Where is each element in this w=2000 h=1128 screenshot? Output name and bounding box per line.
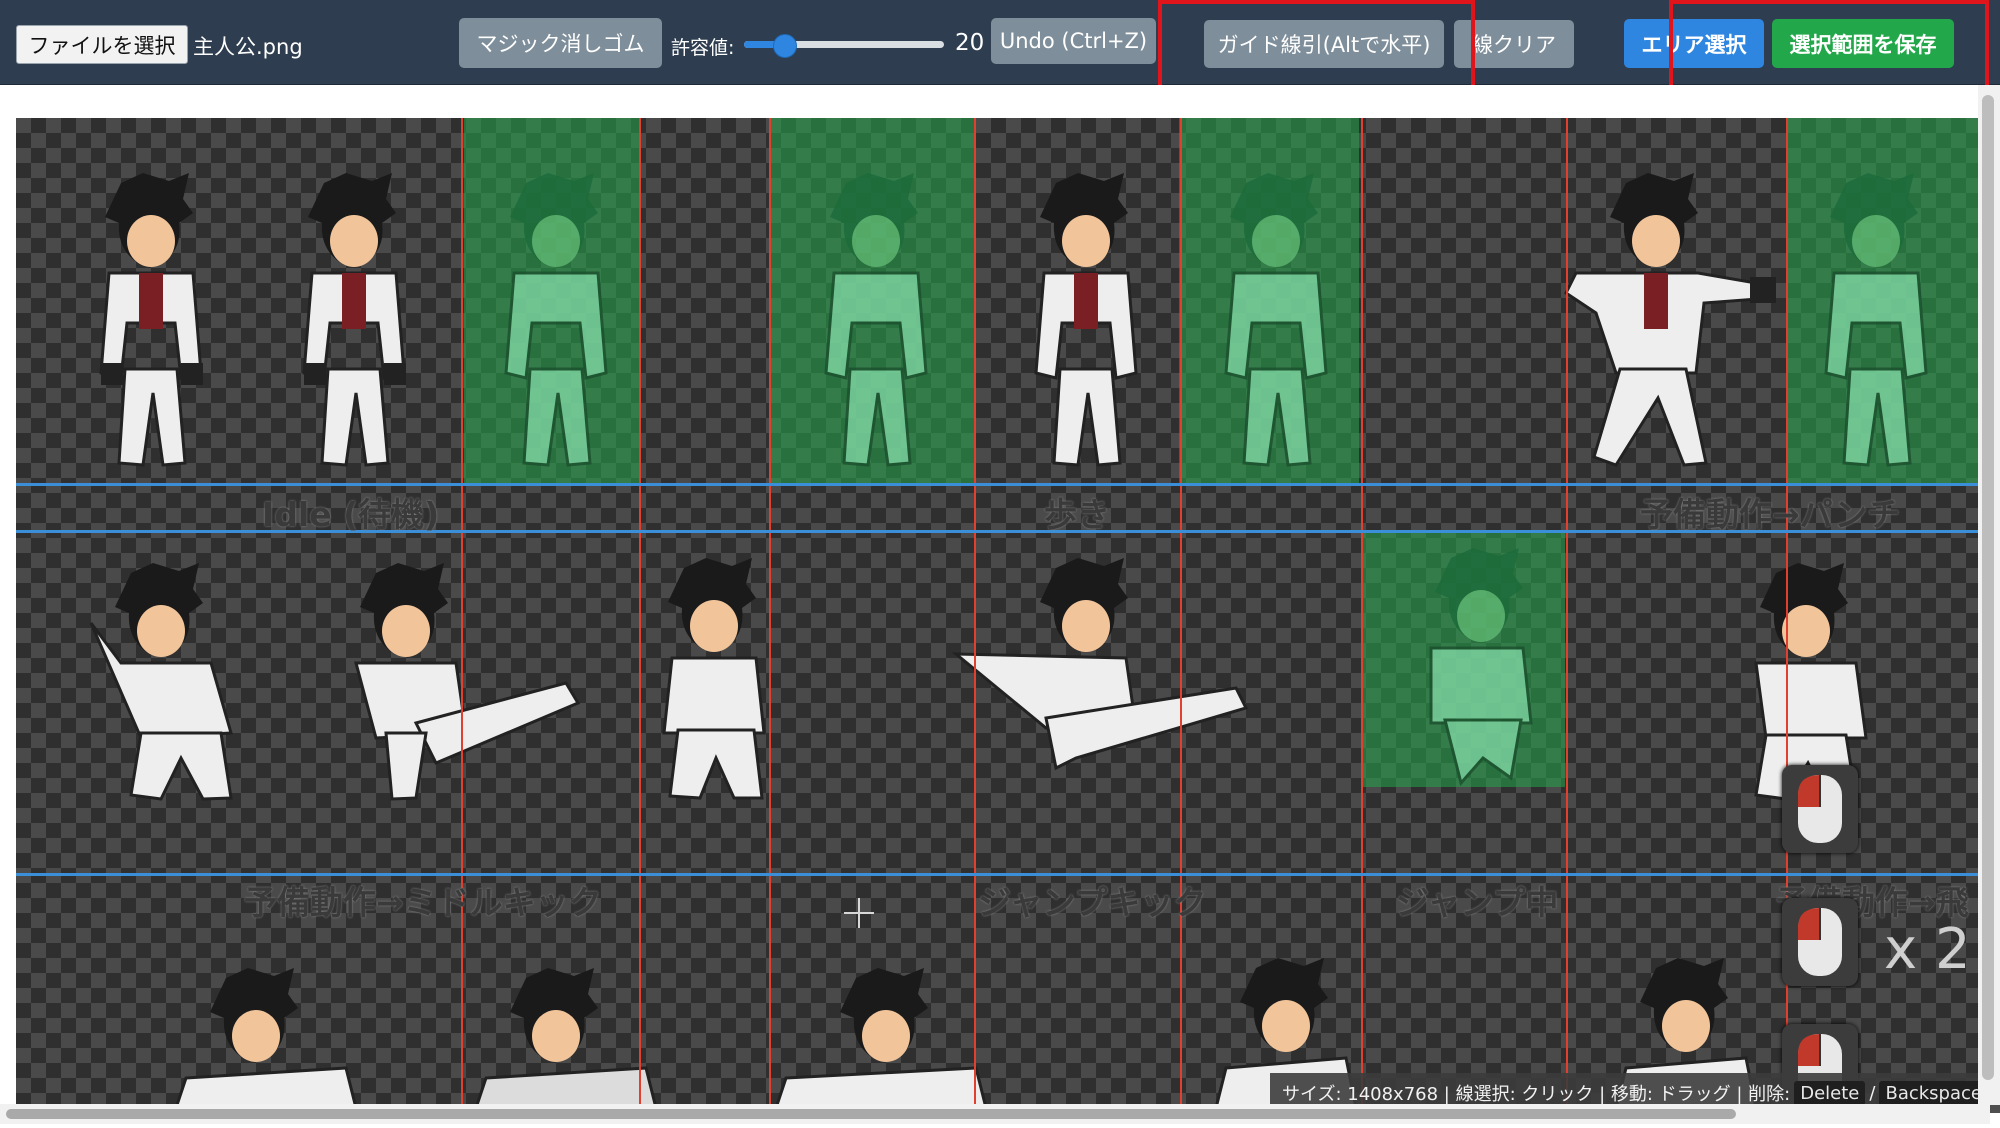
tolerance-label: 許容値:	[671, 37, 735, 59]
animation-label: ジャンプ中	[1396, 883, 1559, 922]
vertical-guide-line[interactable]	[1566, 118, 1568, 1105]
mouse-click-overlay	[1782, 765, 1858, 853]
character-sprite	[354, 563, 581, 801]
character-sprite	[1224, 173, 1328, 467]
character-sprite	[175, 968, 357, 1105]
backspace-key-hint: Backspace	[1879, 1080, 1988, 1106]
vertical-guide-line[interactable]	[769, 118, 771, 1105]
animation-label: ジャンプキック	[978, 883, 1207, 922]
horizontal-guide-line[interactable]	[16, 483, 1980, 486]
file-name: 主人公.png	[193, 35, 303, 59]
animation-label: 予備動作→パンチ	[1640, 495, 1901, 534]
crosshair-cursor-icon	[844, 898, 874, 928]
vertical-guide-line[interactable]	[1361, 118, 1363, 1105]
tolerance-value: 20	[955, 30, 985, 56]
vertical-guide-line[interactable]	[1180, 118, 1182, 1105]
vertical-scrollbar[interactable]	[1978, 85, 2000, 1105]
character-sprite	[475, 968, 657, 1105]
horizontal-scrollbar-thumb[interactable]	[6, 1109, 1736, 1119]
mouse-icon	[1798, 775, 1842, 843]
vertical-scrollbar-thumb[interactable]	[1982, 95, 1994, 1080]
magic-eraser-button[interactable]: マジック消しゴム	[459, 18, 662, 68]
mouse-click-overlay	[1782, 898, 1858, 986]
character-sprite	[1824, 173, 1928, 467]
key-separator: /	[1869, 1082, 1876, 1104]
slider-thumb[interactable]	[773, 34, 797, 58]
animation-label: 歩き	[1044, 495, 1110, 534]
character-sprite	[89, 563, 233, 801]
character-sprite	[951, 558, 1249, 771]
animation-label: 予備動作→ミドルキック	[244, 883, 602, 922]
vertical-guide-line[interactable]	[639, 118, 641, 1105]
file-select-button[interactable]: ファイルを選択	[16, 25, 188, 64]
character-sprite	[1429, 548, 1533, 787]
character-sprite	[504, 173, 608, 467]
horizontal-scrollbar[interactable]	[0, 1104, 1990, 1124]
click-count: x 2	[1884, 917, 1971, 982]
animation-label: Idle (待機)	[262, 495, 440, 534]
sprite-canvas[interactable]: Idle (待機) 歩き 予備動作→パンチ 予備動作→ミドルキック ジャンプキッ…	[16, 118, 1980, 1105]
canvas-area: Idle (待機) 歩き 予備動作→パンチ 予備動作→ミドルキック ジャンプキッ…	[0, 85, 2000, 1105]
character-sprite	[824, 173, 928, 467]
delete-key-hint: Delete	[1794, 1080, 1866, 1106]
character-sprite	[99, 173, 203, 467]
character-sprite	[302, 173, 406, 467]
mouse-icon	[1798, 908, 1842, 976]
vertical-guide-line[interactable]	[461, 118, 463, 1105]
character-sprite	[1034, 173, 1138, 467]
character-sprite	[1564, 173, 1776, 467]
character-sprite	[776, 968, 987, 1105]
status-text: サイズ: 1408x768 | 線選択: クリック | 移動: ドラッグ | 削…	[1282, 1084, 1791, 1105]
tolerance-slider[interactable]	[744, 34, 944, 58]
vertical-guide-line[interactable]	[974, 118, 976, 1105]
undo-button[interactable]: Undo (Ctrl+Z)	[991, 18, 1156, 64]
